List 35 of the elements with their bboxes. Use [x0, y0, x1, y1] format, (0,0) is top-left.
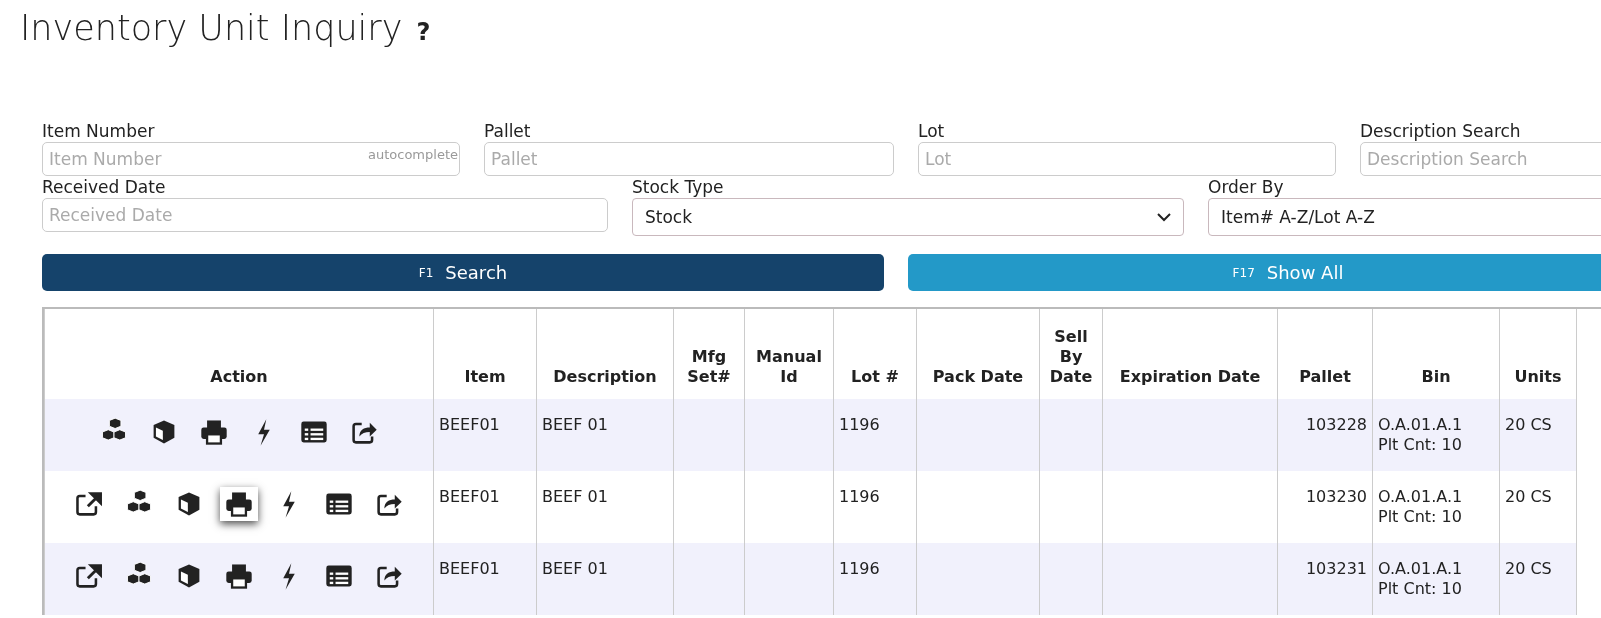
field-label: Lot — [918, 120, 945, 142]
search-button[interactable]: F1 Search — [42, 254, 884, 291]
table-cell: 103228 — [1277, 399, 1373, 471]
pallet-count: Plt Cnt: 10 — [1378, 435, 1463, 455]
printer-icon[interactable] — [220, 487, 258, 521]
table-cell: 1196 — [833, 543, 917, 615]
table-cell: BEEF 01 — [536, 399, 674, 471]
table-cell: BEEF01 — [433, 543, 537, 615]
field-label: Stock Type — [632, 176, 724, 198]
table-cell: 20 CS — [1499, 399, 1577, 471]
bin-location: O.A.01.A.1 — [1378, 559, 1464, 579]
page-title: Inventory Unit Inquiry — [20, 8, 403, 48]
pallet-count: Plt Cnt: 10 — [1378, 507, 1463, 527]
pallet-count: Plt Cnt: 10 — [1378, 579, 1463, 599]
dropdown[interactable]: Stock — [632, 198, 1184, 236]
field-label: Order By — [1208, 176, 1284, 198]
caret-icon — [1157, 212, 1171, 222]
field-label: Pallet — [484, 120, 531, 142]
field-label: Description Search — [1360, 120, 1521, 142]
table-cell: BEEF01 — [433, 399, 537, 471]
table-cell: 1196 — [833, 399, 917, 471]
input-field[interactable]: Lot — [918, 142, 1336, 176]
input-field[interactable]: Pallet — [484, 142, 894, 176]
input-field[interactable]: Description Search — [1360, 142, 1601, 176]
autocomplete-hint: autocomplete — [368, 147, 458, 162]
bin-location: O.A.01.A.1 — [1378, 487, 1464, 507]
field-label: Received Date — [42, 176, 166, 198]
dropdown[interactable]: Item# A-Z/Lot A-Z — [1208, 198, 1601, 236]
table-cell: 103231 — [1277, 543, 1373, 615]
field-label: Item Number — [42, 120, 155, 142]
bin-location: O.A.01.A.1 — [1378, 415, 1464, 435]
help-icon[interactable]: ? — [416, 18, 431, 46]
table-cell: BEEF 01 — [536, 543, 674, 615]
table-cell: 20 CS — [1499, 543, 1577, 615]
input-field[interactable]: Received Date — [42, 198, 608, 232]
